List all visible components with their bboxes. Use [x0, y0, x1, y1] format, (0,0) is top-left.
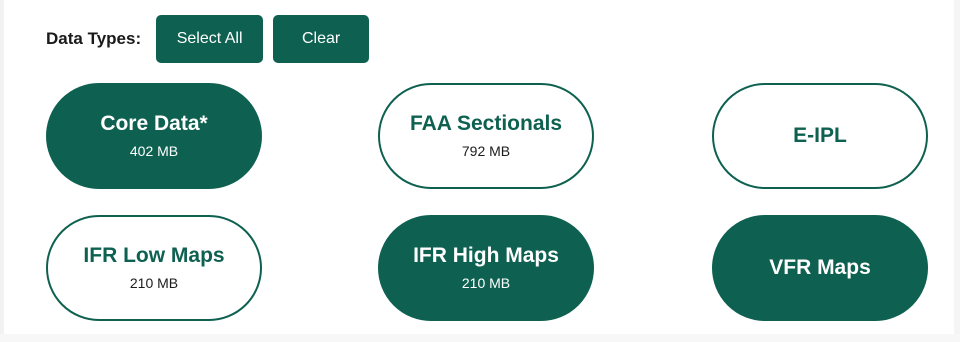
data-types-header: Data Types: Select All Clear — [46, 15, 370, 63]
data-type-size: 792 MB — [461, 143, 511, 159]
data-types-panel: Data Types: Select All Clear Core Data* … — [0, 0, 960, 342]
left-edge-divider — [0, 0, 4, 342]
clear-button[interactable]: Clear — [273, 15, 370, 63]
data-type-ifr-high-maps[interactable]: IFR High Maps 210 MB — [378, 215, 594, 321]
right-edge-divider — [954, 0, 960, 342]
data-type-title: FAA Sectionals — [409, 112, 563, 135]
data-type-faa-sectionals[interactable]: FAA Sectionals 792 MB — [378, 83, 594, 189]
bottom-edge-divider — [0, 334, 960, 342]
data-type-size: 210 MB — [129, 275, 179, 291]
data-type-title: Core Data* — [100, 112, 208, 135]
data-type-title: E-IPL — [793, 124, 847, 147]
data-type-e-ipl[interactable]: E-IPL — [712, 83, 928, 189]
data-type-vfr-maps[interactable]: VFR Maps — [712, 215, 928, 321]
data-type-core-data[interactable]: Core Data* 402 MB — [46, 83, 262, 189]
data-type-title: VFR Maps — [769, 256, 871, 279]
data-type-title: IFR High Maps — [413, 244, 559, 267]
data-type-size: 402 MB — [129, 143, 179, 159]
data-type-title: IFR Low Maps — [83, 244, 225, 267]
data-types-label: Data Types: — [46, 29, 142, 48]
data-type-size: 210 MB — [461, 275, 511, 291]
select-all-button[interactable]: Select All — [156, 15, 264, 63]
data-type-ifr-low-maps[interactable]: IFR Low Maps 210 MB — [46, 215, 262, 321]
